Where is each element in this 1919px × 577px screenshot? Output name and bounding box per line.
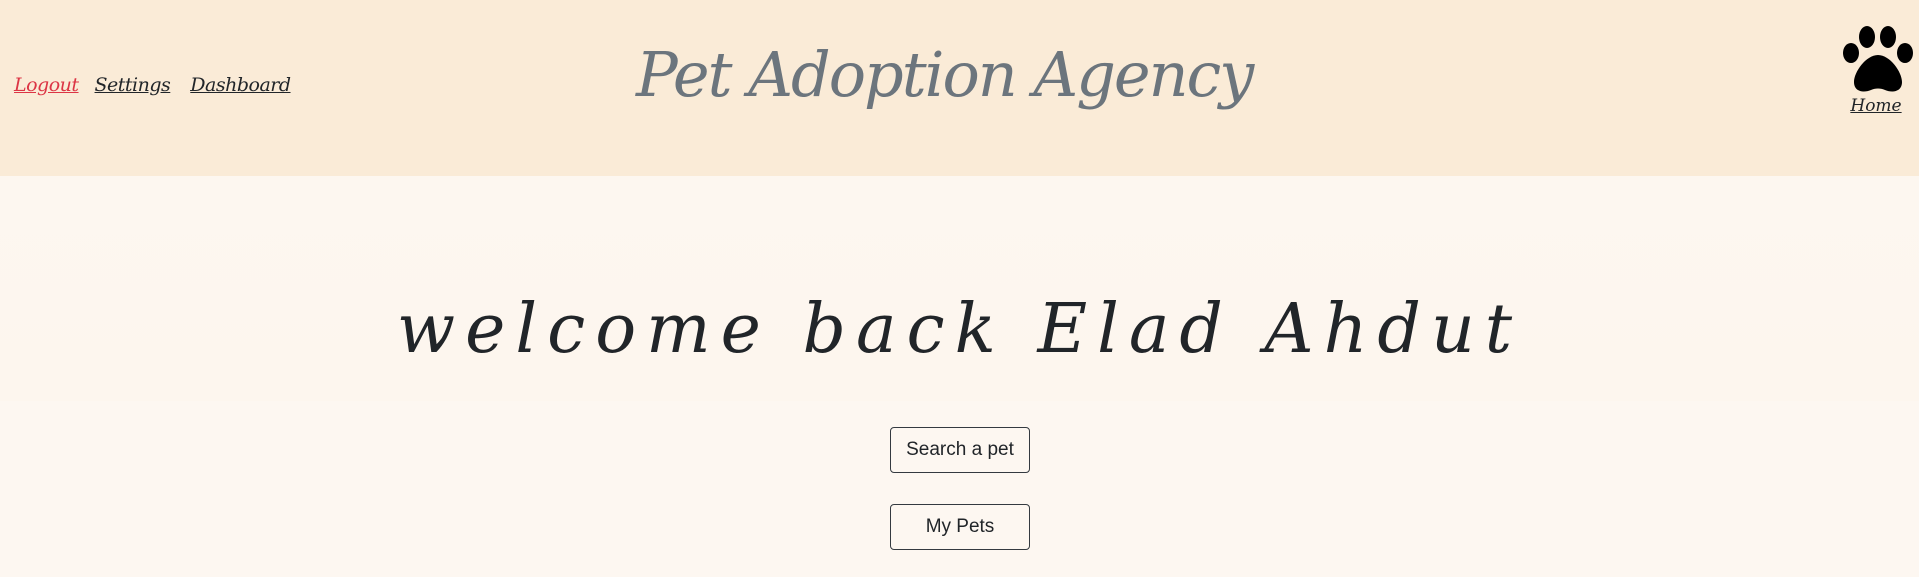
- home-nav[interactable]: Home: [1839, 26, 1919, 116]
- brand-title: Pet Adoption Agency: [636, 38, 1254, 111]
- header: Logout Settings Dashboard Pet Adoption A…: [0, 0, 1919, 176]
- welcome-heading: welcome back Elad Ahdut: [396, 290, 1523, 369]
- top-nav: Logout Settings Dashboard: [14, 74, 291, 96]
- settings-link[interactable]: Settings: [95, 74, 171, 96]
- paw-icon[interactable]: [1842, 26, 1916, 96]
- logout-link[interactable]: Logout: [14, 74, 79, 96]
- home-link[interactable]: Home: [1850, 96, 1901, 116]
- search-pet-button[interactable]: Search a pet: [890, 427, 1030, 473]
- my-pets-button[interactable]: My Pets: [890, 504, 1030, 550]
- dashboard-link[interactable]: Dashboard: [190, 74, 291, 96]
